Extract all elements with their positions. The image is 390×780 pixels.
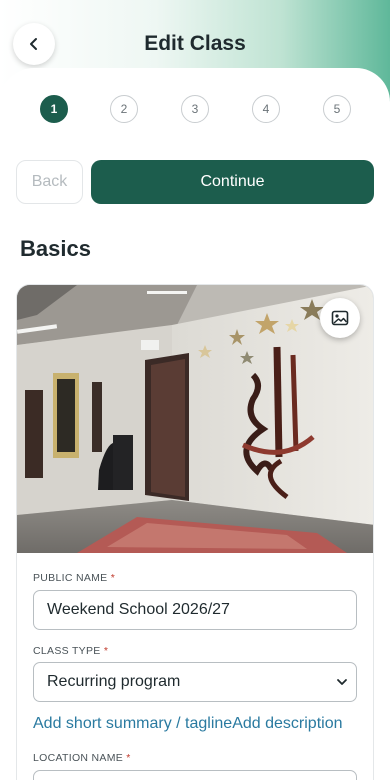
- public-name-value: Weekend School 2026/27: [47, 601, 230, 618]
- location-name-label: LOCATION NAME *: [33, 752, 131, 764]
- basics-card: PUBLIC NAME * Weekend School 2026/27 CLA…: [16, 284, 374, 780]
- required-mark: *: [103, 645, 109, 657]
- step-1[interactable]: 1: [40, 95, 68, 123]
- add-description-link[interactable]: Add description: [232, 715, 342, 732]
- chevron-down-icon: [337, 679, 347, 685]
- class-type-label: CLASS TYPE *: [33, 645, 108, 657]
- image-icon: [331, 310, 349, 326]
- section-title: Basics: [20, 236, 91, 261]
- stepper: 1 2 3 4 5: [0, 95, 390, 123]
- public-name-label-text: PUBLIC NAME: [33, 572, 108, 584]
- class-type-label-text: CLASS TYPE: [33, 645, 101, 657]
- step-5[interactable]: 5: [323, 95, 351, 123]
- required-mark: *: [126, 752, 131, 764]
- location-name-label-text: LOCATION NAME: [33, 752, 124, 764]
- add-summary-link[interactable]: Add short summary / tagline: [33, 715, 232, 732]
- step-4[interactable]: 4: [252, 95, 280, 123]
- step-3[interactable]: 3: [181, 95, 209, 123]
- optional-links: Add short summary / taglineAdd descripti…: [33, 715, 343, 733]
- location-name-input[interactable]: [33, 770, 357, 780]
- change-photo-button[interactable]: [320, 298, 360, 338]
- step-2[interactable]: 2: [110, 95, 138, 123]
- public-name-label: PUBLIC NAME *: [33, 572, 115, 584]
- class-type-value: Recurring program: [47, 673, 181, 690]
- back-button[interactable]: Back: [16, 160, 83, 204]
- page-title: Edit Class: [144, 32, 246, 55]
- public-name-input[interactable]: Weekend School 2026/27: [33, 590, 357, 630]
- continue-button[interactable]: Continue: [91, 160, 374, 204]
- required-mark: *: [110, 572, 116, 584]
- class-type-select[interactable]: Recurring program: [33, 662, 357, 702]
